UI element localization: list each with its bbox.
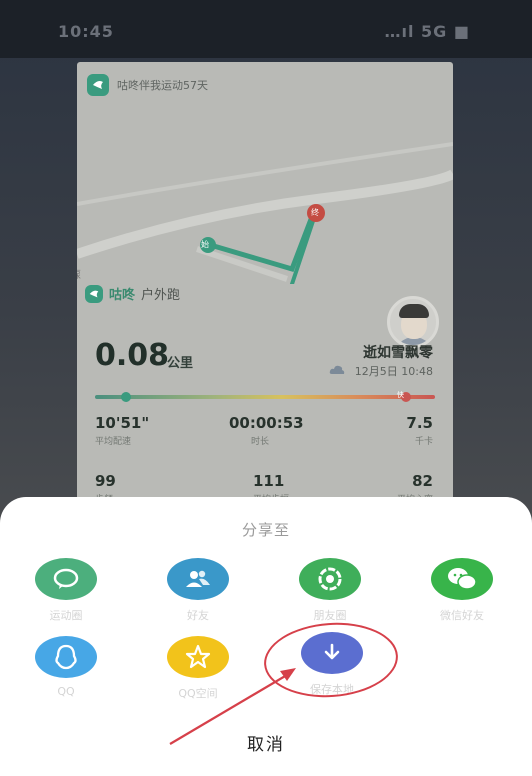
cloud-icon — [329, 365, 345, 374]
share-wechat-friend[interactable]: 微信好友 — [417, 558, 507, 623]
pace-fast-label: 快 — [397, 391, 404, 399]
share-moments[interactable]: 朋友圈 — [285, 558, 375, 623]
share-qzone[interactable]: QQ空间 — [153, 636, 243, 701]
stat-label: 千卡 — [414, 437, 433, 447]
distance-unit: 公里 — [167, 356, 194, 371]
stat-value: 10'51" — [95, 414, 150, 432]
workout-date: 12月5日 10:48 — [354, 365, 433, 378]
pace-marker — [121, 392, 131, 402]
share-qq[interactable]: QQ — [21, 636, 111, 698]
share-friends[interactable]: 好友 — [153, 558, 243, 623]
end-marker-label: 终 — [311, 208, 319, 217]
share-label: 运动圈 — [49, 609, 83, 622]
share-icon-bg — [35, 558, 97, 600]
share-sports-circle[interactable]: 运动圈 — [21, 558, 111, 623]
status-time: 10:45 — [58, 22, 114, 41]
share-icon-bg — [35, 636, 97, 678]
distance-value: 0.08 — [95, 338, 170, 373]
stat-value: 7.5 — [406, 414, 433, 432]
friends-icon — [186, 570, 210, 587]
stat-calories: 7.5 千卡 — [323, 414, 433, 447]
wechat-icon — [448, 568, 477, 590]
codoon-logo-icon — [87, 74, 109, 96]
start-marker-label: 始 — [201, 240, 209, 249]
map-side-label: 揼 — [77, 266, 81, 281]
share-icon-bg — [167, 636, 229, 678]
stat-label: 平均配速 — [95, 437, 132, 447]
activity-type: 户外跑 — [141, 288, 181, 303]
workout-share-card: 咕咚伴我运动57天 始 终 揼 咕咚 户外跑 0.08 公里 逝如雪飘零 12月… — [77, 62, 453, 502]
user-name: 逝如雪飘零 — [363, 345, 433, 361]
share-sheet-title: 分享至 — [241, 521, 290, 539]
status-bar: 10:45 …ıl 5G ■ — [0, 0, 532, 58]
chat-bubble-icon — [53, 568, 79, 589]
card-brand-text: 咕咚伴我运动57天 — [117, 79, 208, 92]
share-label: QQ空间 — [178, 687, 218, 700]
app-name: 咕咚 — [109, 288, 136, 303]
stat-avg-pace: 10'51" 平均配速 — [95, 414, 205, 447]
moments-icon — [318, 567, 342, 591]
stat-value: 99 — [95, 472, 116, 490]
card-header: 咕咚伴我运动57天 — [87, 74, 208, 96]
share-label: 朋友圈 — [313, 609, 347, 622]
workout-header: 咕咚 户外跑 — [85, 284, 180, 303]
qzone-star-icon — [185, 644, 211, 669]
qq-icon — [55, 644, 77, 670]
share-icon-bg — [299, 558, 361, 600]
cancel-button[interactable]: 取消 — [216, 730, 316, 755]
share-label: QQ — [57, 685, 75, 698]
share-icon-bg — [167, 558, 229, 600]
codoon-logo-icon — [85, 284, 103, 303]
route-map — [77, 142, 453, 284]
status-indicators: …ıl 5G ■ — [384, 22, 470, 41]
avatar — [387, 296, 439, 348]
stat-value: 82 — [412, 472, 433, 490]
share-icon-bg — [431, 558, 493, 600]
share-label: 好友 — [187, 609, 209, 622]
pace-gradient-bar — [95, 392, 435, 402]
share-label: 微信好友 — [440, 609, 484, 622]
